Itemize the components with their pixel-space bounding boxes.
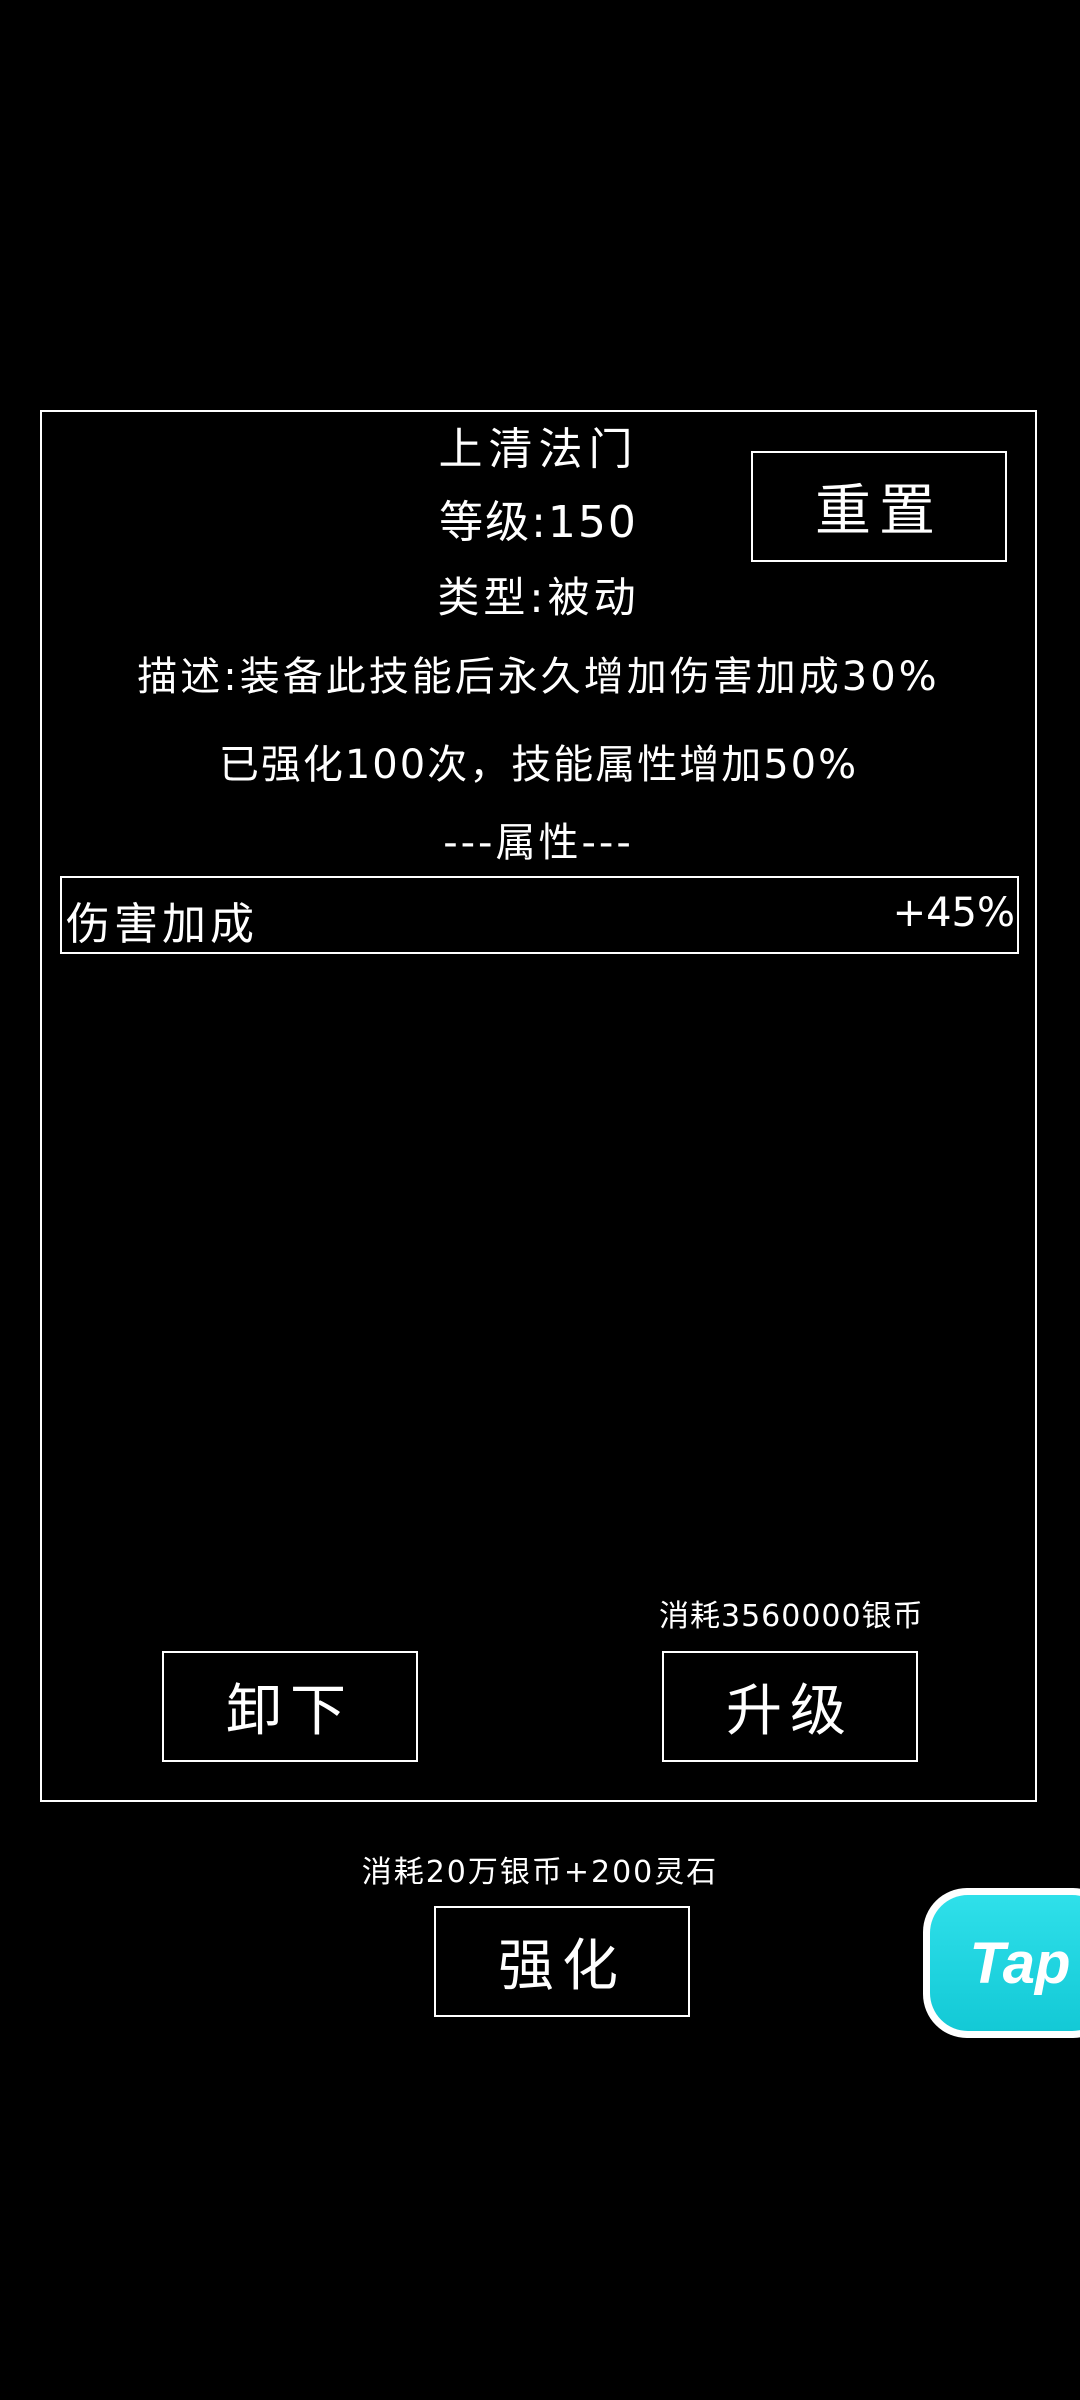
attributes-header: ---属性---	[443, 820, 634, 866]
attribute-row: 伤害加成 +45%	[60, 876, 1019, 954]
attribute-name: 伤害加成	[66, 899, 258, 950]
enhance-info: 已强化100次，技能属性增加50%	[218, 742, 859, 788]
reset-button[interactable]: 重置	[751, 451, 1007, 562]
enhance-button[interactable]: 强化	[434, 1906, 690, 2017]
upgrade-cost: 消耗3560000银币	[659, 1599, 924, 1634]
attribute-value: +45%	[892, 890, 1015, 936]
skill-description: 描述:装备此技能后永久增加伤害加成30%	[137, 654, 940, 700]
taptap-badge[interactable]: Tap	[923, 1888, 1080, 2038]
enhance-cost: 消耗20万银币+200灵石	[361, 1855, 719, 1890]
skill-type: 类型:被动	[437, 573, 640, 622]
upgrade-button[interactable]: 升级	[662, 1651, 918, 1762]
skill-panel: 上清法门 等级:150 类型:被动 描述:装备此技能后永久增加伤害加成30% 已…	[40, 410, 1037, 1802]
tap-logo-icon: Tap	[930, 1895, 1080, 2031]
unequip-button[interactable]: 卸下	[162, 1651, 418, 1762]
